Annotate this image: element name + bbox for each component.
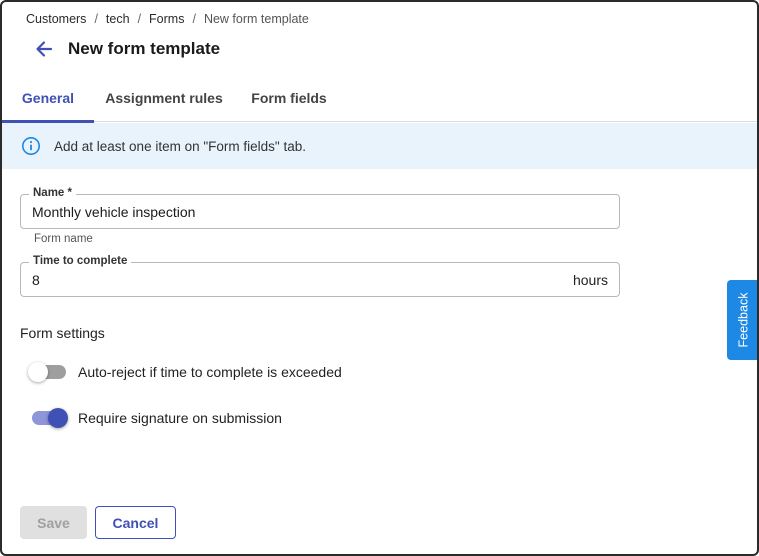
- feedback-tab[interactable]: Feedback: [727, 280, 757, 360]
- tab-assignment-rules[interactable]: Assignment rules: [94, 80, 234, 122]
- time-to-complete-field[interactable]: Time to complete hours: [20, 255, 620, 297]
- tab-bar: General Assignment rules Form fields: [2, 80, 757, 123]
- save-button[interactable]: Save: [20, 506, 87, 539]
- auto-reject-setting: Auto-reject if time to complete is excee…: [28, 362, 342, 382]
- feedback-label: Feedback: [736, 292, 750, 348]
- info-banner: Add at least one item on "Form fields" t…: [2, 123, 757, 169]
- form-settings-heading: Form settings: [20, 325, 105, 341]
- info-icon: [22, 137, 40, 155]
- time-to-complete-label: Time to complete: [29, 255, 132, 267]
- breadcrumb-separator: /: [94, 12, 98, 26]
- breadcrumb-item-current: New form template: [203, 12, 309, 26]
- toggle-knob: [48, 408, 68, 428]
- name-field[interactable]: Name *: [20, 187, 620, 229]
- cancel-button[interactable]: Cancel: [95, 506, 176, 539]
- breadcrumb-item-forms[interactable]: Forms: [149, 12, 184, 26]
- info-banner-text: Add at least one item on "Form fields" t…: [54, 138, 306, 154]
- page-title: New form template: [68, 39, 221, 58]
- name-helper-text: Form name: [34, 233, 93, 245]
- app-window: Customers / tech / Forms / New form temp…: [0, 0, 759, 556]
- auto-reject-label: Auto-reject if time to complete is excee…: [78, 364, 342, 380]
- title-row: New form template: [32, 37, 220, 61]
- require-signature-setting: Require signature on submission: [28, 408, 282, 428]
- breadcrumb-separator: /: [137, 12, 142, 26]
- tab-form-fields[interactable]: Form fields: [234, 80, 344, 122]
- time-to-complete-input[interactable]: [32, 272, 552, 288]
- name-input[interactable]: [32, 204, 552, 220]
- arrow-left-icon: [36, 41, 53, 57]
- require-signature-toggle[interactable]: [28, 408, 68, 428]
- breadcrumb-item-tech[interactable]: tech: [106, 12, 130, 26]
- breadcrumb-separator: /: [192, 12, 196, 26]
- toggle-knob: [28, 362, 48, 382]
- name-field-label: Name *: [29, 187, 76, 199]
- time-unit-suffix: hours: [572, 272, 608, 288]
- require-signature-label: Require signature on submission: [78, 410, 282, 426]
- auto-reject-toggle[interactable]: [28, 362, 66, 382]
- breadcrumb-item-customers[interactable]: Customers: [26, 12, 86, 26]
- breadcrumb: Customers / tech / Forms / New form temp…: [26, 12, 309, 26]
- tab-general[interactable]: General: [2, 80, 94, 123]
- back-button[interactable]: [32, 37, 56, 61]
